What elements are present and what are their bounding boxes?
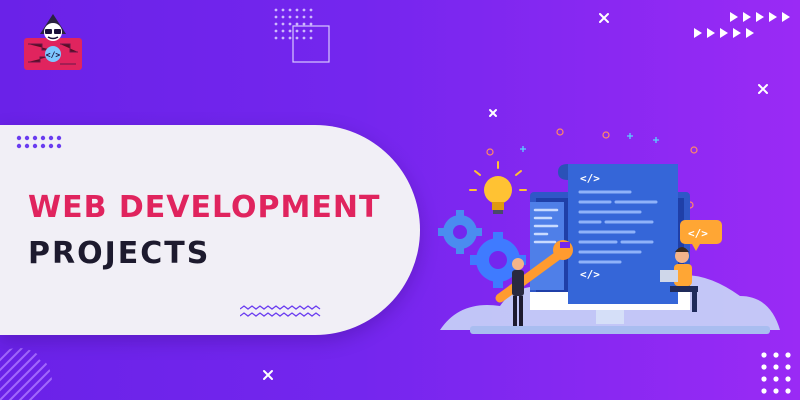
- title-pill: [0, 125, 420, 335]
- lightbulb-icon: [469, 161, 527, 214]
- code-tag-bottom: </>: [580, 268, 600, 281]
- code-tag-top: </>: [580, 172, 600, 185]
- code-page: </> </>: [558, 164, 678, 304]
- logo-code-tag: </>: [46, 51, 61, 60]
- dots-ornament: [16, 135, 62, 149]
- title-line-2: PROJECTS: [28, 236, 211, 271]
- dot-grid-bottom: [761, 352, 791, 394]
- arrow-row-1: [730, 12, 790, 22]
- zigzag-ornament: [240, 305, 321, 317]
- code-tag-bubble: </>: [688, 227, 708, 240]
- logo-icon: </>: [24, 14, 82, 70]
- web-dev-illustration: </> </> </>: [438, 161, 780, 334]
- arrow-row-2: [694, 28, 754, 38]
- gear-icon: [438, 210, 482, 254]
- title-line-1: WEB DEVELOPMENT: [28, 190, 381, 225]
